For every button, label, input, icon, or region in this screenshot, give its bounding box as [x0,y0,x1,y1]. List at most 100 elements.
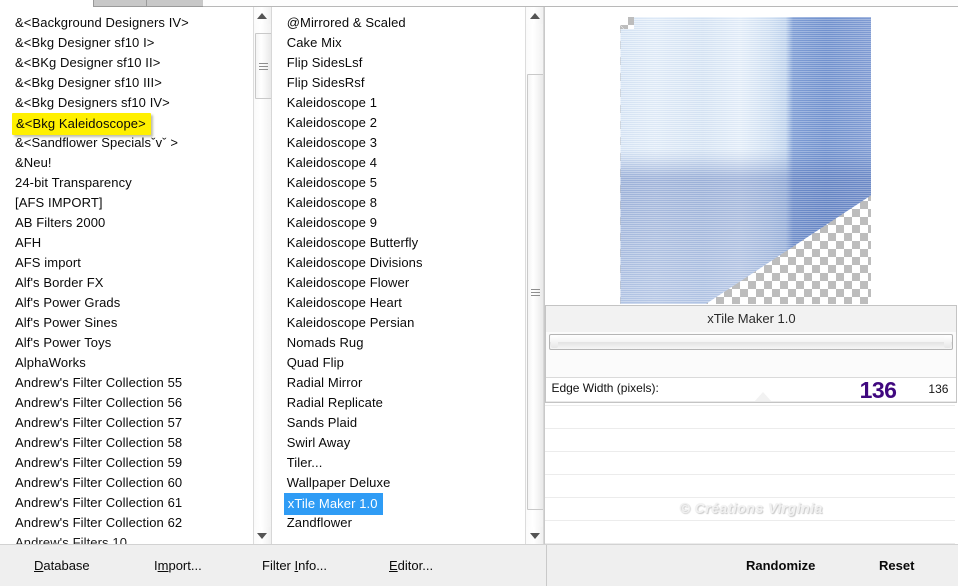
category-list-item[interactable]: Andrew's Filter Collection 56 [0,393,271,413]
bottom-toolbar: Database Import... Filter Info... Editor… [0,544,958,586]
filter-effect-list[interactable]: @Mirrored & Scaled Cake Mix Flip SidesLsf F… [272,7,544,533]
category-list-scrollbar[interactable] [252,7,271,544]
category-list-item[interactable]: 24-bit Transparency [0,173,271,193]
effect-list-item[interactable]: Tiler... [272,453,544,473]
category-list-item[interactable]: &<Bkg Designers sf10 IV> [0,93,271,113]
preview-image[interactable] [620,17,872,304]
scroll-up-button[interactable] [526,7,544,24]
category-list-item-label: Alf's Power Sines [15,315,118,330]
effect-list-item-label: @Mirrored & Scaled [286,15,406,30]
effect-list-item[interactable]: Kaleidoscope Persian [272,313,544,333]
category-list-item[interactable]: &<Bkg Designer sf10 I> [0,33,271,53]
effect-list-item[interactable]: Kaleidoscope 1 [272,93,544,113]
effect-list-item[interactable]: Kaleidoscope 9 [272,213,544,233]
effect-list-item-label: Kaleidoscope 4 [286,155,378,170]
category-list-item[interactable]: Alf's Power Sines [0,313,271,333]
category-list-item[interactable]: Alf's Border FX [0,273,271,293]
database-button[interactable]: Database [30,556,94,575]
effect-list-item-label: Tiler... [286,455,323,470]
effect-list-item-label: Swirl Away [286,435,351,450]
category-list-item[interactable]: Andrew's Filter Collection 55 [0,373,271,393]
effect-list-item[interactable]: Kaleidoscope 5 [272,173,544,193]
category-list-item[interactable]: &<Background Designers IV> [0,13,271,33]
category-list-item[interactable]: Andrew's Filter Collection 58 [0,433,271,453]
effect-list-item[interactable]: Nomads Rug [272,333,544,353]
effect-list-item[interactable]: Kaleidoscope Divisions [272,253,544,273]
category-list-item-label: Alf's Power Grads [15,295,121,310]
category-list-item-label: &<Bkg Designers sf10 IV> [15,95,170,110]
category-list-item[interactable]: Andrew's Filter Collection 62 [0,513,271,533]
category-list-item[interactable]: AlphaWorks [0,353,271,373]
category-list-item[interactable]: Andrew's Filter Collection 60 [0,473,271,493]
plugin-spacer [546,353,957,378]
category-list-item[interactable]: AFH [0,233,271,253]
scroll-up-button[interactable] [253,7,271,24]
effect-list-item[interactable]: Wallpaper Deluxe [272,473,544,493]
effect-list-item[interactable]: Radial Replicate [272,393,544,413]
randomize-button[interactable]: Randomize [742,556,819,575]
effect-list-item[interactable]: Kaleidoscope 4 [272,153,544,173]
category-list-item[interactable]: &<Bkg Designer sf10 III> [0,73,271,93]
category-list-item[interactable]: Alf's Power Toys [0,333,271,353]
category-list-item[interactable]: Andrew's Filter Collection 57 [0,413,271,433]
plugin-title: xTile Maker 1.0 [546,306,957,332]
edge-width-parameter-row[interactable]: Edge Width (pixels): 136 136 [546,377,957,403]
effect-list-item[interactable]: Kaleidoscope Heart [272,293,544,313]
category-list-item[interactable]: Andrew's Filter Collection 59 [0,453,271,473]
parameter-divider [546,401,957,402]
arrow-down-icon [257,532,268,539]
category-list-item[interactable]: Andrew's Filter Collection 61 [0,493,271,513]
edge-width-value-large: 136 [859,377,897,403]
category-list-item[interactable]: AFS import [0,253,271,273]
category-list-item-label: AFH [15,235,42,250]
category-list-item[interactable]: Alf's Power Grads [0,293,271,313]
effect-list-item[interactable]: Sands Plaid [272,413,544,433]
effect-list-item[interactable]: Kaleidoscope 2 [272,113,544,133]
category-list-item[interactable]: [AFS IMPORT] [0,193,271,213]
effect-list-item[interactable]: xTile Maker 1.0 [272,493,544,515]
preview-area[interactable] [545,7,958,304]
effect-list-item-label: Radial Replicate [286,395,383,410]
category-list-item-label: &<Background Designers IV> [15,15,189,30]
effect-list-item[interactable]: Flip SidesRsf [272,73,544,93]
effect-list-item[interactable]: Flip SidesLsf [272,53,544,73]
editor-button[interactable]: Editor... [385,556,437,575]
effect-list-item[interactable]: Cake Mix [272,33,544,53]
effect-list-item[interactable]: Zandflower [272,513,544,533]
filter-info-button[interactable]: Filter Info... [258,556,331,575]
category-list-item[interactable]: Andrew's Filters 10 [0,533,271,544]
effect-list-item[interactable]: Quad Flip [272,353,544,373]
effect-list-item[interactable]: @Mirrored & Scaled [272,13,544,33]
category-list-item-label: Andrew's Filter Collection 60 [15,475,183,490]
effect-list-item[interactable]: Kaleidoscope Butterfly [272,233,544,253]
effect-list-item[interactable]: Kaleidoscope Flower [272,273,544,293]
category-list-panel: &<Background Designers IV> &<Bkg Designer… [0,7,272,544]
scroll-down-button[interactable] [526,527,544,544]
scroll-down-button[interactable] [253,527,271,544]
effect-list-item-label: Kaleidoscope Persian [286,315,415,330]
progress-cap-right [944,336,952,348]
effect-list-item[interactable]: Kaleidoscope 8 [272,193,544,213]
plugin-progress-bar[interactable] [549,334,954,350]
scrollbar-track[interactable] [253,24,271,527]
effect-list-item-label: Flip SidesLsf [286,55,363,70]
row-divider [545,474,956,475]
effect-list-item[interactable]: Kaleidoscope 3 [272,133,544,153]
category-list-item[interactable]: &<Bkg Kaleidoscope> [0,113,271,135]
import-button[interactable]: Import... [150,556,206,575]
top-tab-1[interactable] [93,0,147,7]
effect-list-item[interactable]: Radial Mirror [272,373,544,393]
top-tab-2[interactable] [146,0,204,7]
effect-list-item[interactable]: Swirl Away [272,433,544,453]
scrollbar-thumb[interactable] [527,74,544,510]
category-list-item[interactable]: AB Filters 2000 [0,213,271,233]
filter-category-list[interactable]: &<Background Designers IV> &<Bkg Designer… [0,7,271,544]
scrollbar-thumb[interactable] [254,33,271,99]
category-list-item[interactable]: &<BKg Designer sf10 II> [0,53,271,73]
category-list-item[interactable]: &Neu! [0,153,271,173]
category-list-item-label: Andrew's Filters 10 [15,535,128,544]
reset-button[interactable]: Reset [875,556,918,575]
category-list-item[interactable]: &<Sandflower Specialsˇvˇ > [0,133,271,153]
category-list-item-label: Andrew's Filter Collection 61 [15,495,183,510]
effect-list-scrollbar[interactable] [525,7,544,544]
